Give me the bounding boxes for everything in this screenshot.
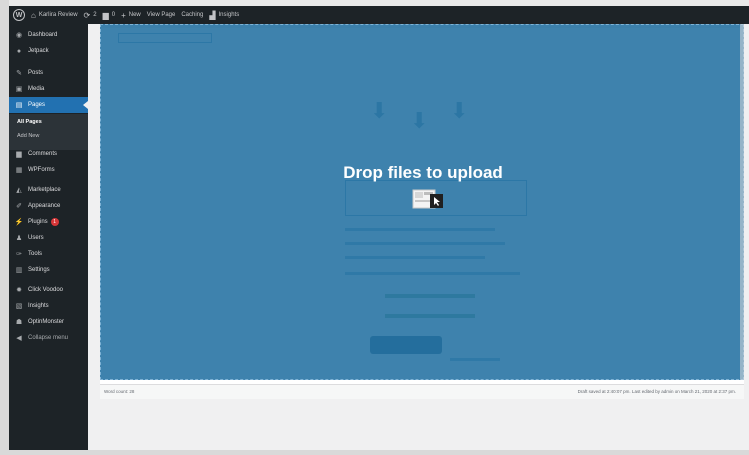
view-page-link[interactable]: View Page — [147, 12, 176, 18]
home-icon: ⌂ — [31, 10, 36, 20]
marketplace-icon: ◭ — [16, 187, 22, 194]
sidebar-item-optinmonster[interactable]: ☗ OptinMonster — [9, 314, 88, 330]
admin-bar: W ⌂ Karlira Review ⟳ 2 ▆ 0 + New View Page C… — [9, 6, 749, 24]
draft-status: Draft saved at 2:40:07 pm. Last edited b… — [577, 389, 736, 394]
sidebar-item-wpforms[interactable]: ▦ WPForms — [9, 162, 88, 178]
dashboard-icon: ◉ — [15, 32, 23, 39]
sidebar-item-users[interactable]: ♟ Users — [9, 230, 88, 246]
brush-icon: ✐ — [16, 203, 22, 210]
editor-scrollbar[interactable] — [740, 24, 744, 380]
sidebar-item-marketplace[interactable]: ◭ Marketplace — [9, 182, 88, 198]
sidebar-item-posts[interactable]: ✎ Posts — [9, 65, 88, 81]
monster-icon: ☗ — [15, 319, 23, 326]
plugin-icon: ⚡ — [14, 219, 24, 226]
insights-link[interactable]: ▟ Insights — [209, 11, 239, 20]
sidebar-item-comments[interactable]: ▆ Comments — [9, 146, 88, 162]
word-count: Word count: 28 — [104, 389, 135, 394]
jetpack-icon: ● — [16, 47, 22, 55]
sidebar-item-settings[interactable]: ▥ Settings — [9, 262, 88, 278]
update-count-badge: 1 — [50, 218, 59, 226]
submenu-add-new[interactable]: Add New — [17, 133, 39, 139]
collapse-icon: ◀ — [16, 335, 22, 342]
page-icon: ▤ — [15, 102, 23, 109]
refresh-icon: ⟳ — [83, 10, 91, 20]
sidebar-item-click-voodoo[interactable]: ✹ Click Voodoo — [9, 282, 88, 298]
drop-files-overlay[interactable]: Drop files to upload — [100, 24, 744, 380]
pages-submenu: All Pages Add New — [9, 114, 88, 150]
new-content-link[interactable]: + New — [121, 11, 141, 20]
site-name-link[interactable]: ⌂ Karlira Review — [31, 11, 78, 20]
users-icon: ♟ — [15, 235, 23, 242]
drop-files-text: Drop files to upload — [343, 163, 503, 182]
comment-icon: ▆ — [102, 10, 109, 20]
sidebar-item-tools[interactable]: ✑ Tools — [9, 246, 88, 262]
media-icon: ▣ — [15, 86, 23, 93]
gear-icon: ✹ — [16, 287, 22, 294]
pin-icon: ✎ — [16, 70, 22, 77]
sidebar-item-appearance[interactable]: ✐ Appearance — [9, 198, 88, 214]
editor-status-bar: Word count: 28 Draft saved at 2:40:07 pm… — [100, 384, 744, 399]
wordpress-logo-icon[interactable]: W — [13, 9, 25, 21]
submenu-all-pages[interactable]: All Pages — [17, 119, 42, 125]
settings-icon: ▥ — [15, 267, 23, 274]
sidebar-item-media[interactable]: ▣ Media — [9, 81, 88, 97]
window-frame-left — [0, 0, 9, 455]
sidebar-item-insights[interactable]: ▧ Insights — [9, 298, 88, 314]
updates-link[interactable]: ⟳ 2 — [84, 11, 97, 20]
sidebar-item-plugins[interactable]: ⚡ Plugins 1 — [9, 214, 88, 230]
comments-link[interactable]: ▆ 0 — [103, 11, 116, 20]
wrench-icon: ✑ — [16, 251, 22, 258]
forms-icon: ▦ — [15, 167, 23, 174]
insights-icon: ▧ — [15, 303, 23, 310]
sidebar-item-pages[interactable]: ▤ Pages — [9, 97, 88, 113]
bar-chart-icon: ▟ — [209, 10, 216, 20]
comment-icon: ▆ — [16, 151, 22, 158]
sidebar-item-jetpack[interactable]: ● Jetpack — [9, 43, 88, 59]
window-frame-bottom — [0, 450, 749, 455]
collapse-menu-button[interactable]: ◀ Collapse menu — [9, 330, 88, 346]
admin-sidebar: ◉ Dashboard ● Jetpack ✎ Posts ▣ Media ▤ Pages… — [9, 24, 88, 450]
dragged-file-icon — [412, 189, 443, 209]
plus-icon: + — [121, 10, 126, 20]
caching-link[interactable]: Caching — [181, 12, 203, 18]
sidebar-item-dashboard[interactable]: ◉ Dashboard — [9, 27, 88, 43]
